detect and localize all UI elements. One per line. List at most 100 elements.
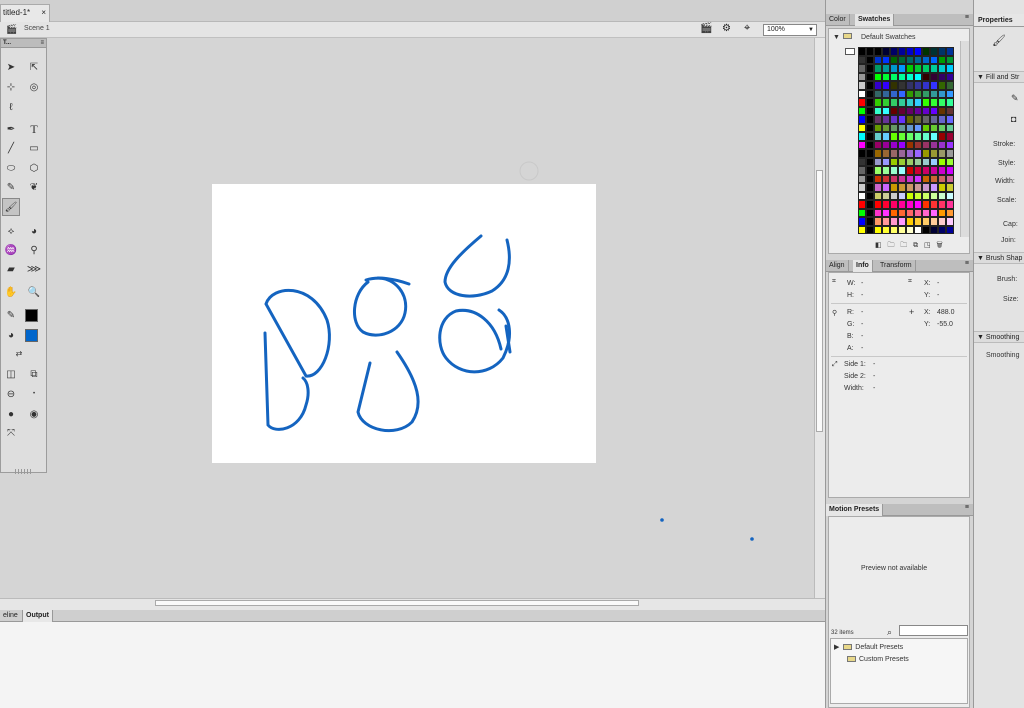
color-swatch[interactable] (882, 140, 890, 149)
color-swatch[interactable] (946, 64, 954, 73)
vertical-scroll-thumb[interactable] (816, 170, 823, 432)
color-swatch[interactable] (874, 98, 882, 107)
tab-info[interactable]: Info (853, 260, 873, 272)
color-swatch[interactable] (858, 55, 866, 64)
chevron-down-icon[interactable]: ▼ (833, 34, 840, 41)
color-swatch[interactable] (866, 115, 874, 124)
color-swatch[interactable] (874, 55, 882, 64)
color-swatch[interactable] (882, 166, 890, 175)
color-swatch[interactable] (906, 89, 914, 98)
color-swatch[interactable] (938, 225, 946, 234)
tab-transform[interactable]: Transform (877, 260, 916, 272)
color-swatch[interactable] (890, 64, 898, 73)
color-swatch[interactable] (858, 115, 866, 124)
color-swatch[interactable] (866, 174, 874, 183)
color-swatch[interactable] (866, 55, 874, 64)
color-swatch[interactable] (930, 98, 938, 107)
color-swatch[interactable] (858, 157, 866, 166)
color-swatch[interactable] (866, 123, 874, 132)
swatch-footer-icons[interactable]: ◧ 🗀 🗀 ⧉ ◳ 🗑 (875, 241, 943, 252)
section-brush-shape[interactable]: ▼ Brush Shap (974, 252, 1024, 264)
color-swatch[interactable] (898, 81, 906, 90)
color-swatch[interactable] (858, 47, 866, 56)
color-swatch[interactable] (874, 81, 882, 90)
color-swatch[interactable] (930, 115, 938, 124)
color-swatch[interactable] (946, 47, 954, 56)
color-swatch[interactable] (858, 166, 866, 175)
color-swatch[interactable] (866, 191, 874, 200)
color-swatch[interactable] (938, 55, 946, 64)
color-swatch[interactable] (898, 183, 906, 192)
color-swatch[interactable] (938, 81, 946, 90)
color-swatch[interactable] (898, 55, 906, 64)
color-swatch[interactable] (946, 106, 954, 115)
color-swatch[interactable] (914, 217, 922, 226)
color-swatch[interactable] (938, 72, 946, 81)
color-swatch[interactable] (898, 200, 906, 209)
color-swatch[interactable] (890, 200, 898, 209)
color-swatch[interactable] (858, 89, 866, 98)
color-swatch[interactable] (890, 225, 898, 234)
color-swatch[interactable] (922, 174, 930, 183)
color-swatch[interactable] (874, 166, 882, 175)
color-swatch[interactable] (858, 191, 866, 200)
color-swatch[interactable] (890, 55, 898, 64)
color-swatch[interactable] (866, 47, 874, 56)
tab-motion-presets[interactable]: Motion Presets (826, 504, 884, 516)
color-swatch[interactable] (922, 89, 930, 98)
color-swatch[interactable] (874, 123, 882, 132)
color-swatch[interactable] (946, 200, 954, 209)
color-swatch[interactable] (858, 225, 866, 234)
color-swatch[interactable] (930, 47, 938, 56)
color-swatch[interactable] (914, 115, 922, 124)
color-swatch[interactable] (882, 115, 890, 124)
color-swatch[interactable] (922, 64, 930, 73)
color-swatch[interactable] (914, 200, 922, 209)
color-swatch[interactable] (898, 89, 906, 98)
color-swatch[interactable] (890, 157, 898, 166)
color-swatch[interactable] (922, 72, 930, 81)
color-swatch[interactable] (882, 225, 890, 234)
color-swatch[interactable] (930, 81, 938, 90)
color-swatch[interactable] (890, 98, 898, 107)
horizontal-scroll-thumb[interactable] (155, 600, 639, 606)
color-swatch[interactable] (882, 81, 890, 90)
color-swatch[interactable] (898, 132, 906, 141)
color-swatch[interactable] (858, 132, 866, 141)
color-swatch[interactable] (866, 81, 874, 90)
color-swatch[interactable] (882, 174, 890, 183)
color-swatch[interactable] (890, 123, 898, 132)
panel-menu-icon[interactable]: ≡ (965, 504, 969, 511)
color-swatch[interactable] (914, 64, 922, 73)
color-swatch[interactable] (922, 217, 930, 226)
color-swatch[interactable] (922, 140, 930, 149)
color-swatch[interactable] (930, 106, 938, 115)
color-swatch[interactable] (858, 174, 866, 183)
color-swatch[interactable] (938, 166, 946, 175)
color-swatch[interactable] (866, 89, 874, 98)
color-swatch[interactable] (866, 208, 874, 217)
color-swatch[interactable] (922, 81, 930, 90)
color-swatch[interactable] (866, 72, 874, 81)
color-swatch[interactable] (882, 98, 890, 107)
color-swatch[interactable] (874, 217, 882, 226)
color-swatch[interactable] (930, 149, 938, 158)
color-swatch[interactable] (858, 149, 866, 158)
color-swatch[interactable] (898, 106, 906, 115)
color-swatch[interactable] (930, 140, 938, 149)
color-swatch[interactable] (890, 115, 898, 124)
color-swatch[interactable] (874, 106, 882, 115)
color-swatch[interactable] (914, 208, 922, 217)
color-swatch[interactable] (882, 208, 890, 217)
color-swatch[interactable] (890, 191, 898, 200)
color-swatch[interactable] (874, 115, 882, 124)
color-swatch[interactable] (906, 183, 914, 192)
color-swatch[interactable] (874, 191, 882, 200)
color-swatch[interactable] (866, 149, 874, 158)
color-swatch[interactable] (938, 47, 946, 56)
color-swatch[interactable] (906, 208, 914, 217)
color-swatch[interactable] (914, 157, 922, 166)
section-fill-stroke[interactable]: ▼ Fill and Str (974, 71, 1024, 83)
color-swatch[interactable] (914, 132, 922, 141)
color-swatch[interactable] (938, 149, 946, 158)
